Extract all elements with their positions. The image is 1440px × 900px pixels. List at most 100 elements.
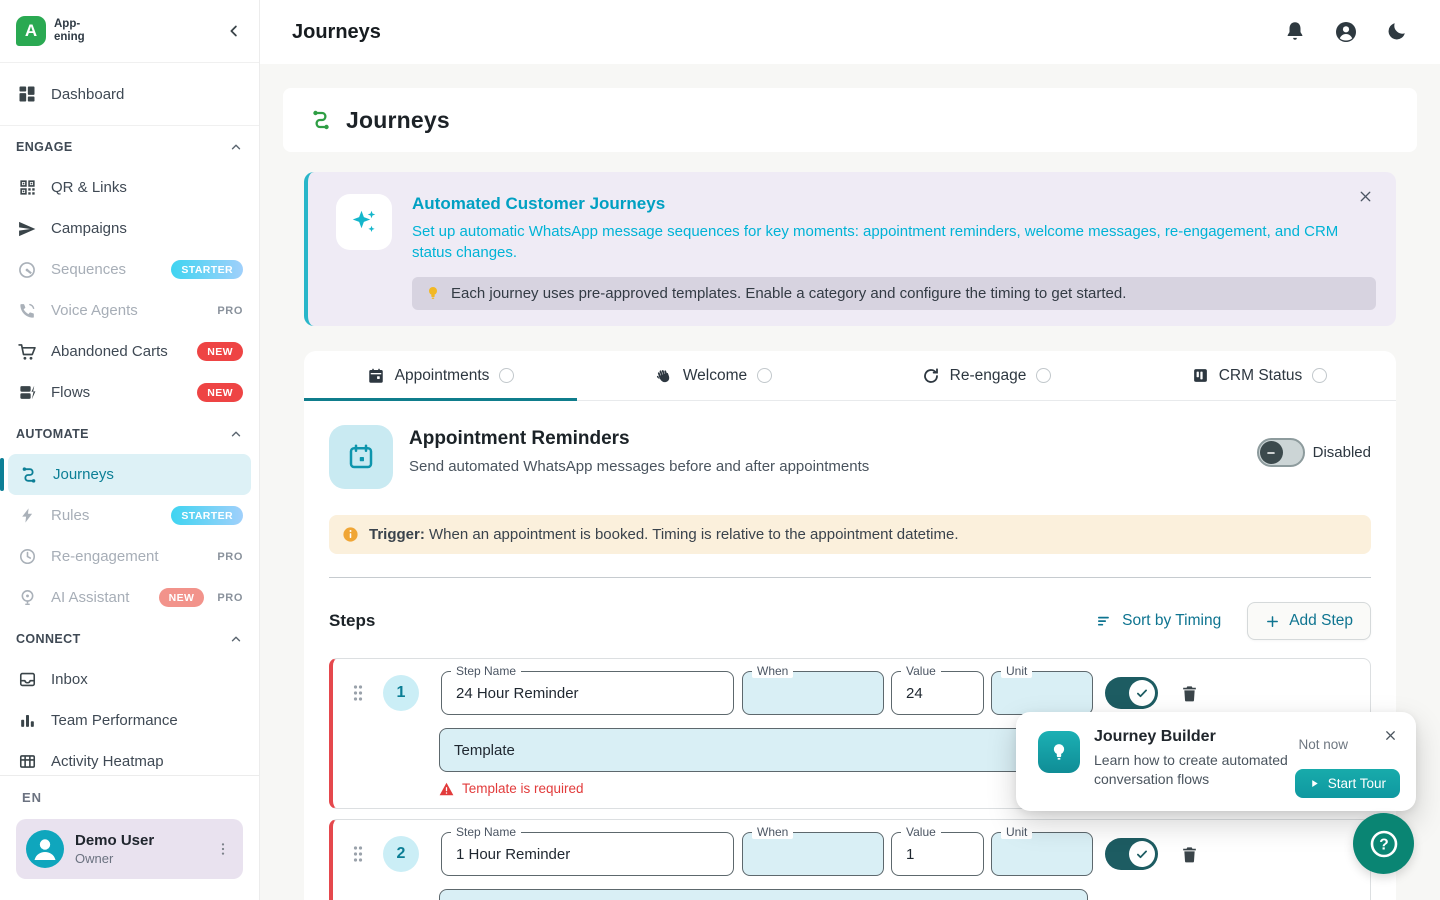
- sidebar-item-abandoned-carts[interactable]: Abandoned Carts NEW: [0, 331, 259, 372]
- sequences-icon: [16, 260, 38, 280]
- sidebar-item-rules[interactable]: Rules STARTER: [0, 495, 259, 536]
- not-now-button[interactable]: Not now: [1298, 737, 1348, 752]
- bar-chart-icon: [16, 711, 38, 730]
- sidebar-item-label: AI Assistant: [51, 589, 129, 606]
- flows-icon: [16, 383, 38, 402]
- field-label: Unit: [1001, 825, 1032, 839]
- section-engage[interactable]: ENGAGE: [0, 126, 259, 167]
- add-step-label: Add Step: [1289, 612, 1353, 630]
- value-value: 1: [906, 846, 914, 863]
- field-label: Step Name: [451, 825, 521, 839]
- sidebar-item-inbox[interactable]: Inbox: [0, 659, 259, 700]
- notifications-bell-icon[interactable]: [1284, 20, 1306, 44]
- sidebar-header: A App- ening: [0, 0, 259, 63]
- tab-status-dot: [757, 368, 772, 383]
- trash-icon[interactable]: [1180, 844, 1199, 865]
- account-icon[interactable]: [1334, 20, 1358, 44]
- user-card[interactable]: Demo User Owner: [16, 819, 243, 879]
- sidebar-item-team-performance[interactable]: Team Performance: [0, 700, 259, 741]
- unit-select[interactable]: Unit: [991, 832, 1093, 876]
- trigger-text: Trigger: When an appointment is booked. …: [369, 526, 958, 543]
- sidebar-item-label: Dashboard: [51, 86, 124, 103]
- tab-appointments[interactable]: Appointments: [304, 351, 577, 400]
- steps-header: Steps Sort by Timing Add Step: [329, 602, 1371, 640]
- question-mark-icon: ?: [1366, 826, 1402, 862]
- sidebar-item-activity-heatmap[interactable]: Activity Heatmap: [0, 741, 259, 775]
- sidebar-item-dashboard[interactable]: Dashboard: [0, 63, 259, 126]
- sort-label: Sort by Timing: [1122, 612, 1221, 630]
- value-field[interactable]: Value 1: [891, 832, 984, 876]
- add-step-button[interactable]: Add Step: [1247, 602, 1371, 640]
- step-name-field[interactable]: Step Name 24 Hour Reminder: [441, 671, 734, 715]
- calendar-tile-icon: [329, 425, 393, 489]
- drag-handle-icon[interactable]: [349, 842, 367, 866]
- drag-handle-icon[interactable]: [349, 681, 367, 705]
- collapse-sidebar-icon[interactable]: [225, 22, 243, 40]
- route-icon: [309, 108, 333, 132]
- heatmap-icon: [16, 752, 38, 771]
- start-tour-label: Start Tour: [1328, 776, 1386, 791]
- sidebar-item-sequences[interactable]: Sequences STARTER: [0, 249, 259, 290]
- app-root: A App- ening Dashboard ENGAGE: [0, 0, 1440, 900]
- field-label: When: [752, 664, 793, 678]
- banner-description: Set up automatic WhatsApp message sequen…: [412, 221, 1376, 264]
- dark-mode-moon-icon[interactable]: [1386, 20, 1408, 44]
- dashboard-icon: [16, 84, 38, 104]
- sidebar: A App- ening Dashboard ENGAGE: [0, 0, 260, 900]
- sidebar-item-qr-links[interactable]: QR & Links: [0, 167, 259, 208]
- journey-panel: Appointments Welcome Re-engage: [304, 351, 1396, 900]
- close-icon[interactable]: [1380, 725, 1401, 746]
- topbar-actions: [1284, 20, 1408, 44]
- banner-title: Automated Customer Journeys: [412, 194, 1376, 214]
- sidebar-item-voice-agents[interactable]: Voice Agents PRO: [0, 290, 259, 331]
- sidebar-item-campaigns[interactable]: Campaigns: [0, 208, 259, 249]
- sidebar-item-flows[interactable]: Flows NEW: [0, 372, 259, 413]
- section-connect[interactable]: CONNECT: [0, 618, 259, 659]
- sidebar-item-label: Voice Agents: [51, 302, 138, 319]
- sidebar-nav: Dashboard ENGAGE QR & Links Campaigns: [0, 63, 259, 775]
- template-select[interactable]: Template: [439, 889, 1088, 900]
- tab-welcome[interactable]: Welcome: [577, 351, 850, 400]
- sidebar-item-label: Activity Heatmap: [51, 753, 164, 770]
- when-select[interactable]: When: [742, 832, 884, 876]
- lightning-icon: [16, 507, 38, 524]
- step-fields-row: 2 Step Name 1 Hour Reminder When Value 1…: [349, 832, 1356, 876]
- tab-crm-status[interactable]: CRM Status: [1123, 351, 1396, 400]
- section-automate[interactable]: AUTOMATE: [0, 413, 259, 454]
- value-field[interactable]: Value 24: [891, 671, 984, 715]
- sidebar-item-label: Inbox: [51, 671, 88, 688]
- play-icon: [1309, 778, 1320, 789]
- step-toggle[interactable]: [1105, 838, 1158, 870]
- app-logo[interactable]: A App- ening: [16, 16, 85, 46]
- logo-text: App- ening: [54, 18, 85, 44]
- language-selector[interactable]: EN: [16, 790, 243, 805]
- close-icon[interactable]: [1357, 188, 1374, 205]
- unit-select[interactable]: Unit: [991, 671, 1093, 715]
- help-button[interactable]: ?: [1353, 813, 1414, 874]
- sidebar-item-ai-assistant[interactable]: AI Assistant NEW PRO: [0, 577, 259, 618]
- tabs: Appointments Welcome Re-engage: [304, 351, 1396, 401]
- sort-by-timing-button[interactable]: Sort by Timing: [1096, 612, 1221, 630]
- send-icon: [16, 219, 38, 239]
- step-toggle[interactable]: [1105, 677, 1158, 709]
- user-menu-icon[interactable]: [211, 837, 235, 861]
- sidebar-item-reengagement[interactable]: Re-engagement PRO: [0, 536, 259, 577]
- sidebar-item-label: Flows: [51, 384, 90, 401]
- chevron-up-icon: [229, 140, 243, 154]
- tab-re-engage[interactable]: Re-engage: [850, 351, 1123, 400]
- category-toggle-group: Disabled: [1257, 438, 1371, 467]
- step-number: 1: [383, 675, 419, 711]
- trigger-banner: Trigger: When an appointment is booked. …: [329, 515, 1371, 554]
- sidebar-item-label: Rules: [51, 507, 89, 524]
- step-name-field[interactable]: Step Name 1 Hour Reminder: [441, 832, 734, 876]
- info-banner: Automated Customer Journeys Set up autom…: [304, 172, 1396, 326]
- start-tour-button[interactable]: Start Tour: [1295, 769, 1400, 798]
- trash-icon[interactable]: [1180, 683, 1199, 704]
- when-select[interactable]: When: [742, 671, 884, 715]
- field-label: Unit: [1001, 664, 1032, 678]
- pro-tag: PRO: [217, 305, 243, 317]
- template-select[interactable]: Template: [439, 728, 1088, 772]
- info-icon: [342, 526, 359, 543]
- sidebar-item-journeys[interactable]: Journeys: [8, 454, 251, 495]
- category-toggle[interactable]: [1257, 438, 1305, 467]
